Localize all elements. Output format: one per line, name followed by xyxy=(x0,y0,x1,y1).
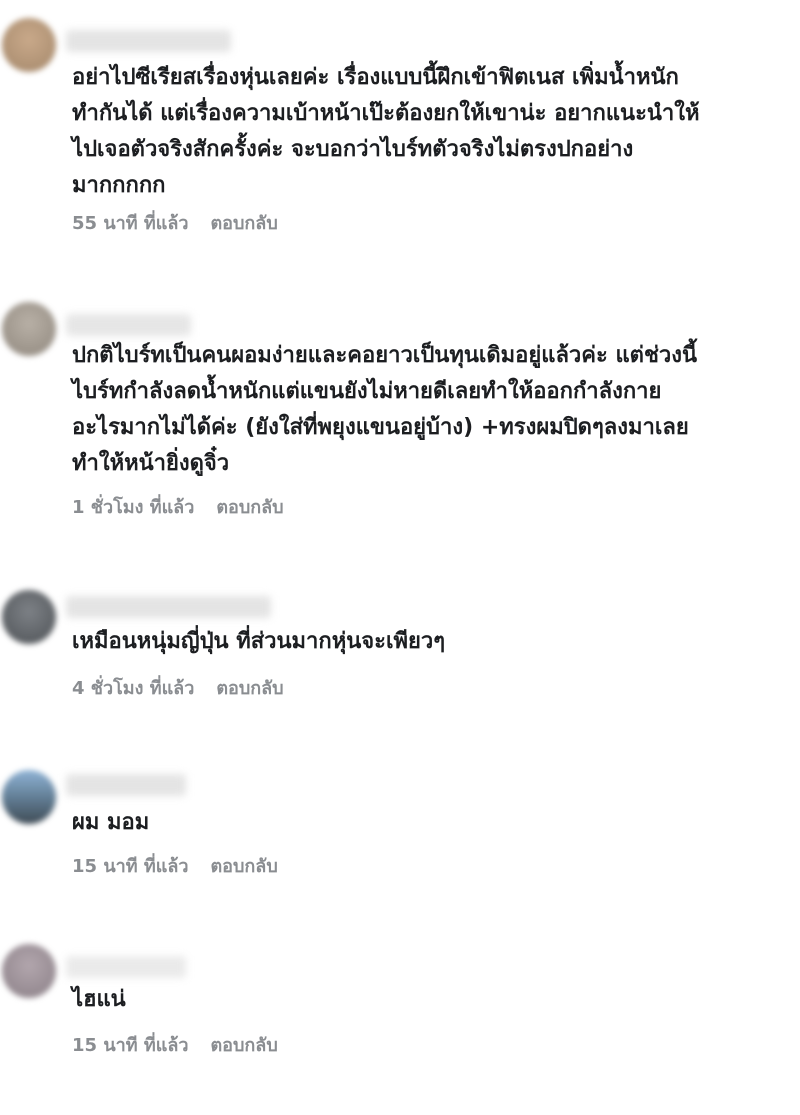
comment-text: ปกติไบร์ทเป็นคนผอมง่ายและคอยาวเป็นทุนเดิ… xyxy=(72,343,698,476)
comment-text: ผม มอม xyxy=(72,810,150,835)
timestamp[interactable]: 55 นาที ที่แล้ว xyxy=(72,213,188,234)
reply-link[interactable]: ตอบกลับ xyxy=(210,856,277,877)
timestamp[interactable]: 15 นาที ที่แล้ว xyxy=(72,1035,188,1056)
comment-text: เหมือนหนุ่มญี่ปุ่น ที่ส่วนมากหุ่นจะเพียว… xyxy=(72,629,446,654)
reply-link[interactable]: ตอบกลับ xyxy=(216,678,283,699)
reply-link[interactable]: ตอบกลับ xyxy=(216,497,283,518)
reply-link[interactable]: ตอบกลับ xyxy=(210,1035,277,1056)
commenter-name[interactable] xyxy=(66,956,186,978)
avatar[interactable] xyxy=(2,18,56,72)
commenter-name[interactable] xyxy=(66,596,271,618)
comment-meta: 55 นาที ที่แล้ว ตอบกลับ xyxy=(72,208,278,237)
comment-text: อย่าไปซีเรียสเรื่องหุ่นเลยค่ะ เรื่องแบบน… xyxy=(72,65,700,198)
reply-link[interactable]: ตอบกลับ xyxy=(210,213,277,234)
commenter-name[interactable] xyxy=(66,314,191,336)
commenter-name[interactable] xyxy=(66,774,186,796)
comment-meta: 1 ชั่วโมง ที่แล้ว ตอบกลับ xyxy=(72,492,284,521)
comment-meta: 15 นาที ที่แล้ว ตอบกลับ xyxy=(72,1030,278,1059)
timestamp[interactable]: 4 ชั่วโมง ที่แล้ว xyxy=(72,678,194,699)
commenter-name[interactable] xyxy=(66,30,231,52)
timestamp[interactable]: 1 ชั่วโมง ที่แล้ว xyxy=(72,497,194,518)
comment-meta: 15 นาที ที่แล้ว ตอบกลับ xyxy=(72,851,278,880)
avatar[interactable] xyxy=(2,770,56,824)
timestamp[interactable]: 15 นาที ที่แล้ว xyxy=(72,856,188,877)
avatar[interactable] xyxy=(2,302,56,356)
comment-meta: 4 ชั่วโมง ที่แล้ว ตอบกลับ xyxy=(72,673,284,702)
comment-text: ไฮแน่ xyxy=(72,987,126,1012)
avatar[interactable] xyxy=(2,944,56,998)
avatar[interactable] xyxy=(2,590,56,644)
